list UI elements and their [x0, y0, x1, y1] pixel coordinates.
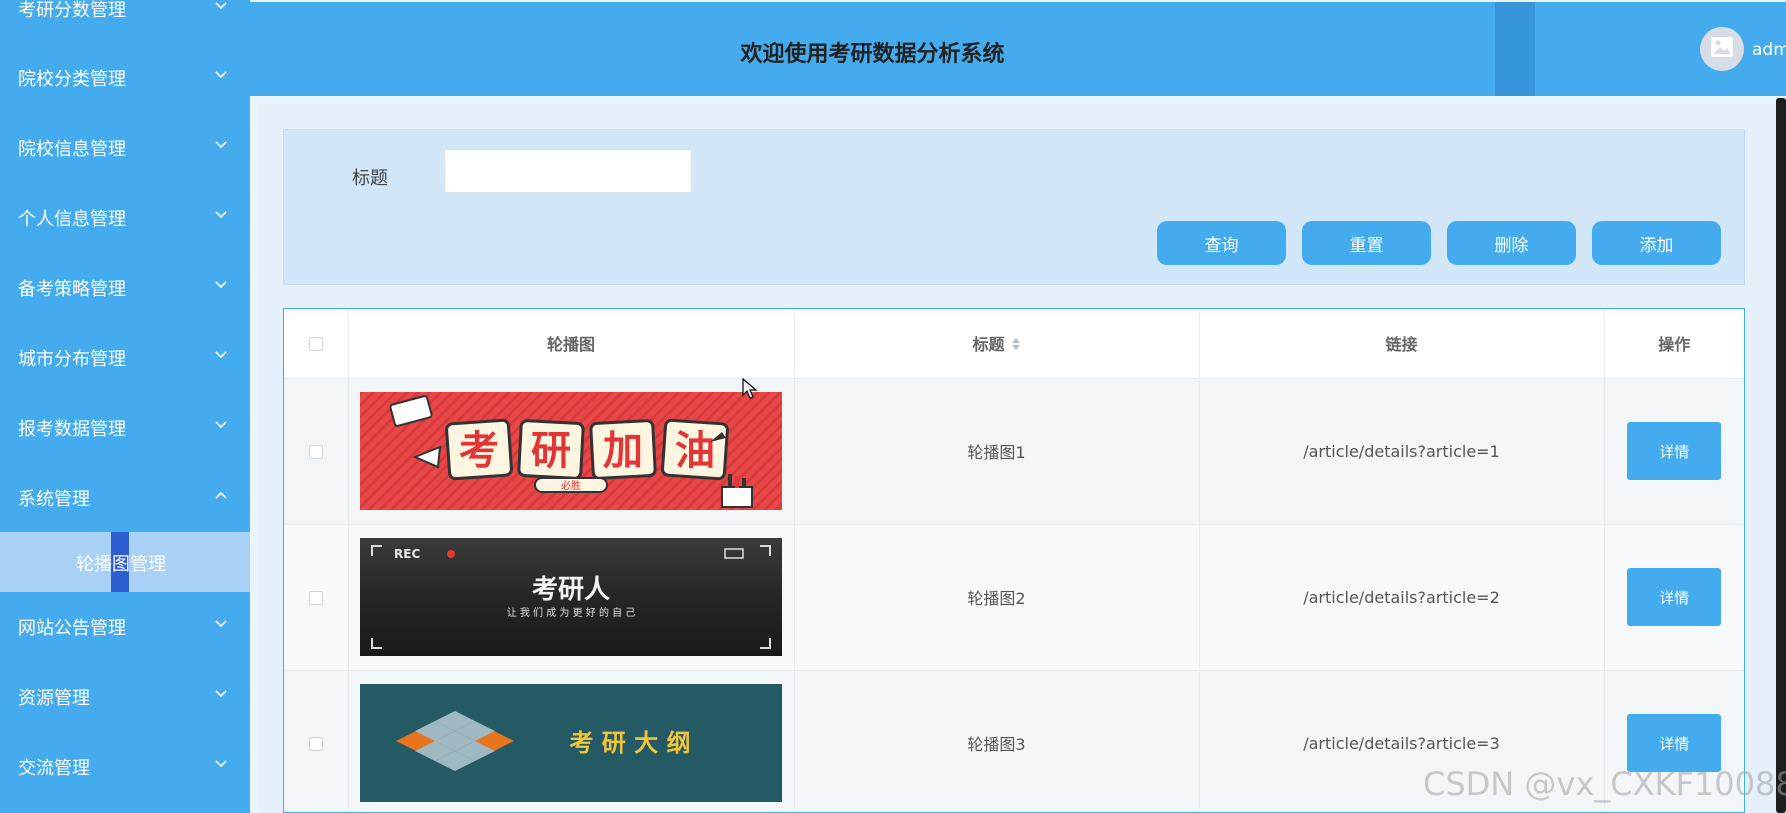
chevron-down-icon [214, 689, 228, 699]
column-header-title-label: 标题 [972, 335, 1005, 354]
query-button[interactable]: 查询 [1157, 221, 1286, 265]
banner-2-subtitle: 让 我 们 成 为 更 好 的 自 己 [507, 606, 636, 619]
banner-1-char: 加 [603, 428, 643, 474]
chevron-down-icon [214, 280, 228, 290]
detail-button[interactable]: 详情 [1627, 714, 1722, 772]
row-checkbox[interactable] [308, 591, 323, 605]
sidebar-item-label: 报考数据管理 [18, 419, 126, 440]
banner-2-rec: REC [394, 547, 420, 561]
sidebar-item-city[interactable]: 城市分布管理 [0, 323, 250, 393]
sidebar-subitem-label: 轮播图管理 [76, 554, 166, 575]
title-cell: 轮播图1 [794, 378, 1200, 525]
banner-3-title: 考 研 大 纲 [569, 729, 690, 757]
sidebar-item-resources[interactable]: 资源管理 [0, 662, 250, 732]
row-select-cell [284, 378, 349, 525]
reset-button[interactable]: 重置 [1302, 221, 1431, 265]
row-select-cell [284, 524, 349, 671]
row-checkbox[interactable] [308, 445, 323, 459]
scrollbar[interactable] [1776, 98, 1786, 813]
image-icon [1710, 36, 1734, 62]
banner-1-char: 油 [675, 428, 715, 474]
chevron-down-icon [214, 759, 228, 769]
chevron-down-icon [214, 210, 228, 220]
sidebar-item-label: 考研分数管理 [18, 0, 126, 21]
sidebar-item-label: 城市分布管理 [18, 349, 126, 370]
detail-button[interactable]: 详情 [1627, 422, 1722, 480]
banner-image-1: 考 研 加 油 必胜 [360, 392, 782, 510]
chevron-down-icon [214, 140, 228, 150]
link-cell: /article/details?article=2 [1199, 524, 1605, 671]
column-header-link: 链接 [1199, 309, 1605, 379]
title-cell: 轮播图2 [794, 524, 1200, 671]
sidebar-item-announcement[interactable]: 网站公告管理 [0, 592, 250, 662]
title-filter-input[interactable] [444, 149, 692, 193]
banner-image-3: 考 研 大 纲 [360, 684, 782, 802]
carousel-table: 轮播图 标题 链接 操作 考 研 加 油 必胜 轮播图1 /article/de… [283, 308, 1745, 813]
delete-button[interactable]: 删除 [1447, 221, 1576, 265]
banner-cell: 考 研 加 油 必胜 [348, 378, 795, 525]
action-cell: 详情 [1604, 378, 1744, 525]
sidebar-item-label: 院校信息管理 [18, 139, 126, 160]
sidebar-item-system[interactable]: 系统管理 [0, 463, 250, 533]
link-cell: /article/details?article=1 [1199, 378, 1605, 525]
select-all-checkbox[interactable] [308, 337, 323, 352]
title-cell: 轮播图3 [794, 670, 1200, 812]
chevron-down-icon [214, 350, 228, 360]
chevron-down-icon [214, 70, 228, 80]
sidebar-item-school-info[interactable]: 院校信息管理 [0, 113, 250, 183]
banner-cell: 考 研 大 纲 [348, 670, 795, 812]
column-header-banner: 轮播图 [348, 309, 795, 379]
avatar[interactable] [1700, 27, 1744, 71]
banner-1-char: 考 [459, 428, 499, 474]
chevron-down-icon [214, 619, 228, 629]
action-cell: 详情 [1604, 524, 1744, 671]
header-strip [1495, 2, 1535, 96]
chevron-down-icon [214, 420, 228, 430]
sidebar-subitem-carousel[interactable]: 轮播图管理 [0, 532, 250, 592]
search-panel: 标题 查询 重置 删除 添加 [283, 129, 1745, 285]
username[interactable]: admi [1752, 40, 1786, 60]
row-checkbox[interactable] [308, 737, 323, 751]
sidebar: 考研分数管理 院校分类管理 院校信息管理 个人信息管理 备考策略管理 城市分布管… [0, 0, 250, 813]
row-select-cell [284, 670, 349, 812]
banner-1-subtitle: 必胜 [561, 479, 581, 492]
sidebar-item-communication[interactable]: 交流管理 [0, 732, 250, 802]
table-row: 考 研 加 油 必胜 轮播图1 /article/details?article… [284, 378, 1744, 525]
table-header-row: 轮播图 标题 链接 操作 [284, 309, 1744, 379]
sidebar-item-label: 网站公告管理 [18, 618, 126, 639]
top-header: 欢迎使用考研数据分析系统 admi [250, 2, 1786, 96]
chevron-down-icon [214, 1, 228, 11]
sidebar-item-label: 个人信息管理 [18, 209, 126, 230]
mouse-cursor-icon [742, 377, 758, 404]
column-header-action: 操作 [1604, 309, 1744, 379]
chevron-up-icon [214, 490, 228, 500]
sort-icon[interactable] [1011, 336, 1021, 356]
detail-button[interactable]: 详情 [1627, 568, 1722, 626]
sidebar-item-label: 交流管理 [18, 758, 90, 779]
banner-2-title: 考研人 [532, 575, 610, 605]
select-all-cell [284, 309, 349, 379]
sidebar-item-apply-data[interactable]: 报考数据管理 [0, 393, 250, 463]
add-button[interactable]: 添加 [1592, 221, 1721, 265]
sidebar-item-school-category[interactable]: 院校分类管理 [0, 43, 250, 113]
sidebar-item-label: 备考策略管理 [18, 279, 126, 300]
page-title: 欢迎使用考研数据分析系统 [740, 42, 1005, 67]
watermark: CSDN @vx_CXKF10088 [1423, 765, 1786, 803]
banner-cell: REC 考研人 让 我 们 成 为 更 好 的 自 己 [348, 524, 795, 671]
sidebar-item-label: 资源管理 [18, 688, 90, 709]
sidebar-item-label: 系统管理 [18, 489, 90, 510]
banner-1-char: 研 [531, 428, 571, 474]
table-row: REC 考研人 让 我 们 成 为 更 好 的 自 己 轮播图2 /articl… [284, 524, 1744, 671]
banner-image-2: REC 考研人 让 我 们 成 为 更 好 的 自 己 [360, 538, 782, 656]
column-header-title[interactable]: 标题 [794, 309, 1200, 379]
sidebar-item-personal-info[interactable]: 个人信息管理 [0, 183, 250, 253]
sidebar-item-score[interactable]: 考研分数管理 [0, 0, 250, 44]
sidebar-item-strategy[interactable]: 备考策略管理 [0, 253, 250, 323]
title-filter-label: 标题 [352, 168, 388, 189]
sidebar-item-label: 院校分类管理 [18, 69, 126, 90]
